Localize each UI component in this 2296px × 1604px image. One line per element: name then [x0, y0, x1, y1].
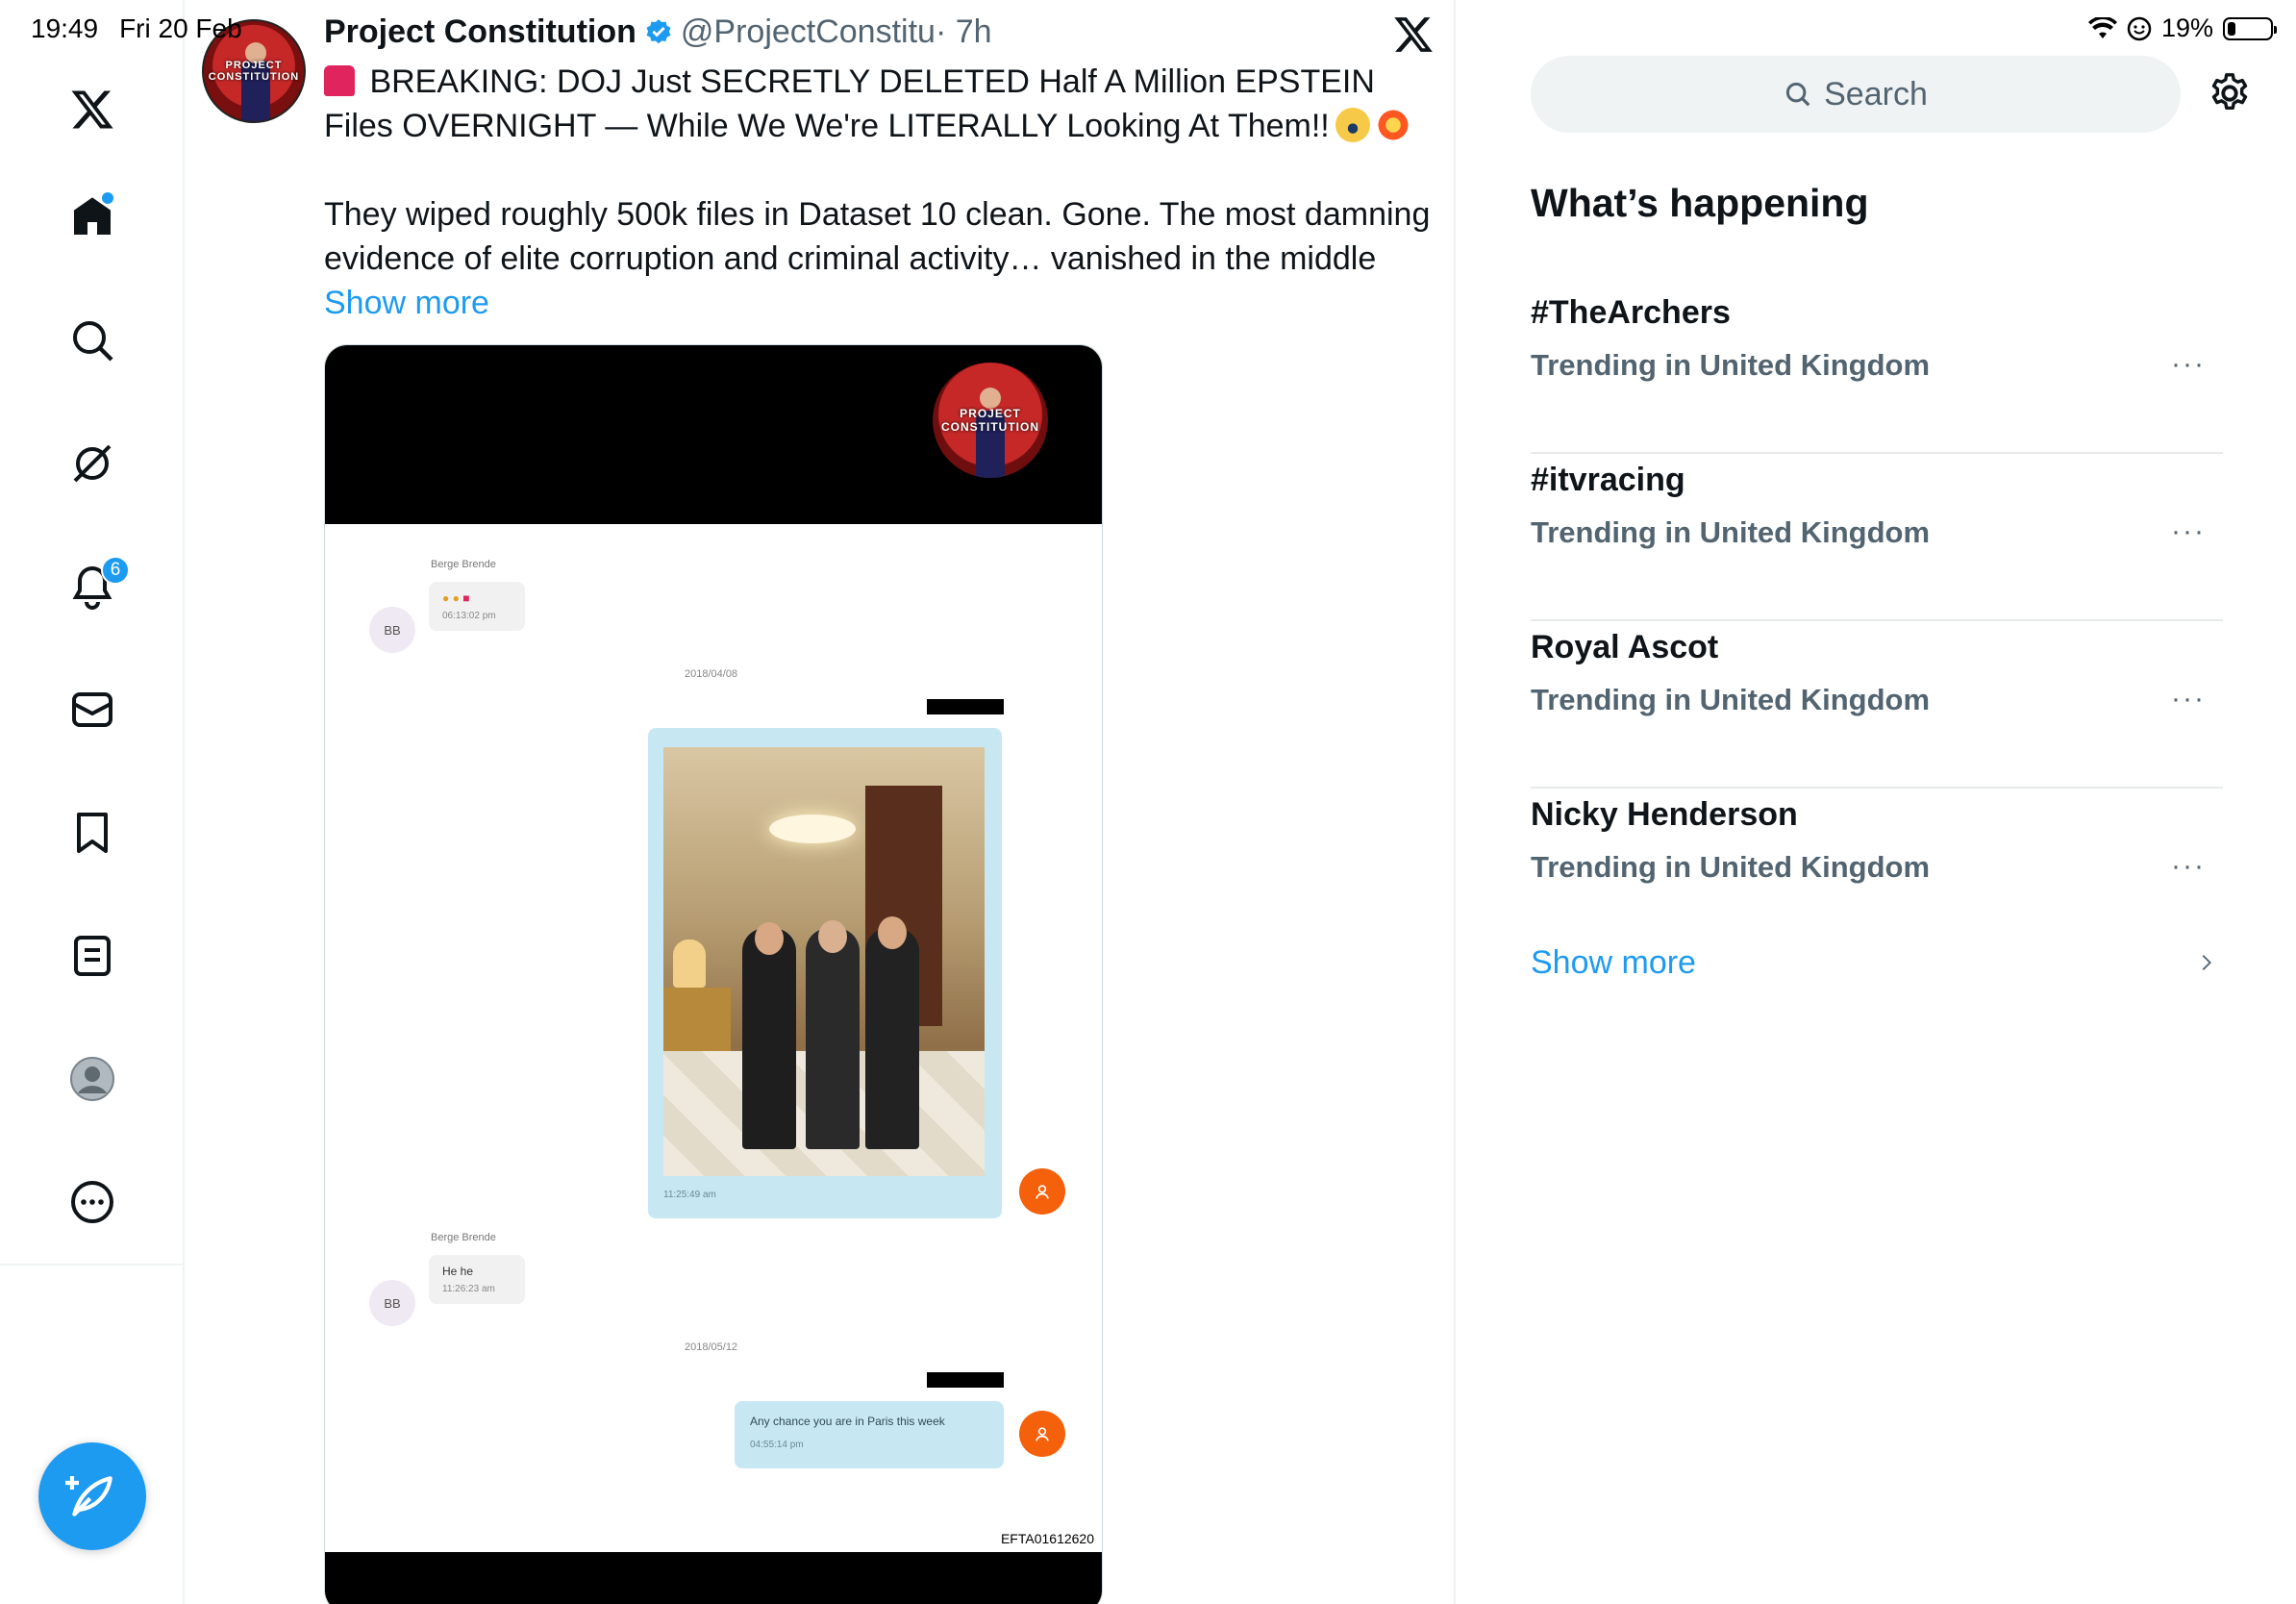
photo-time: 11:25:49 am	[663, 1190, 716, 1200]
tweet-body: BREAKING: DOJ Just SECRETLY DELETED Half…	[324, 60, 1439, 369]
status-bar-right: 19%	[2087, 13, 2277, 43]
media-header-bar: PROJECT CONSTITUTION	[325, 345, 1102, 524]
search-input[interactable]: Search	[1531, 56, 2181, 133]
notifications-icon[interactable]: 6	[62, 556, 130, 617]
photo-attachment	[663, 747, 985, 1176]
document-code: EFTA01612620	[1000, 1531, 1094, 1546]
outgoing-text-bubble: Any chance you are in Paris this week 04…	[735, 1401, 1004, 1468]
sender-name-2: Berge Brende	[431, 1232, 496, 1243]
search-icon[interactable]	[62, 310, 123, 371]
trend-name: Royal Ascot	[1531, 629, 1719, 665]
message-time-2: 11:26:23 am	[442, 1284, 495, 1294]
trend-item[interactable]: Royal Ascot Trending in United Kingdom ·…	[1531, 621, 2223, 789]
tweet-line1: BREAKING: DOJ Just SECRETLY DELETED Half…	[324, 63, 1375, 144]
trend-subtitle: Trending in United Kingdom	[1531, 515, 1931, 549]
search-icon	[1786, 82, 1810, 107]
nav-divider	[0, 1264, 185, 1266]
compose-button[interactable]	[38, 1442, 146, 1550]
bb-label: BB	[384, 622, 401, 638]
grok-icon[interactable]	[62, 433, 123, 494]
incoming-bubble: ● ● ■ 06:13:02 pm	[429, 582, 525, 631]
status-date: Fri 20 Feb	[119, 13, 242, 43]
trend-name: #itvracing	[1531, 462, 1685, 498]
sender-avatar: BB	[369, 607, 415, 653]
date-separator-2: 2018/05/12	[685, 1341, 738, 1353]
date-separator: 2018/04/08	[685, 668, 738, 680]
home-icon[interactable]	[62, 187, 123, 248]
redaction-bar-2	[927, 1372, 1004, 1388]
trend-item[interactable]: #TheArchers Trending in United Kingdom ·…	[1531, 287, 2223, 454]
outgoing-text: Any chance you are in Paris this week	[750, 1415, 945, 1428]
media-footer-bar	[325, 1552, 1102, 1604]
whats-happening-heading: What’s happening	[1531, 181, 1869, 225]
gear-icon[interactable]	[2208, 71, 2252, 115]
trend-subtitle: Trending in United Kingdom	[1531, 348, 1931, 382]
status-bar-left: 19:49 Fri 20 Feb	[31, 13, 242, 44]
profile-icon[interactable]	[62, 1048, 123, 1110]
trend-more-icon[interactable]: ···	[2171, 683, 2206, 715]
home-unread-dot	[102, 192, 113, 204]
compose-icon	[65, 1476, 112, 1516]
trend-more-icon[interactable]: ···	[2171, 348, 2206, 381]
boom-emoji-icon	[1375, 108, 1410, 142]
battery-percent: 19%	[2160, 13, 2213, 42]
author-handle[interactable]: @ProjectConstitu	[681, 13, 936, 51]
logo-text: PROJECT CONSTITUTION	[941, 407, 1039, 434]
left-nav: 6	[0, 0, 185, 1604]
lists-icon[interactable]	[62, 925, 123, 987]
sender-name: Berge Brende	[431, 559, 496, 570]
right-sidebar: Search What’s happening #TheArchers Tren…	[1456, 0, 2296, 1604]
project-constitution-logo: PROJECT CONSTITUTION	[933, 363, 1048, 478]
main-column: PROJECT CONSTITUTION Project Constitutio…	[185, 0, 1456, 1604]
redaction-bar	[927, 699, 1004, 714]
more-icon[interactable]	[62, 1171, 123, 1233]
tweet-para2: They wiped roughly 500k files in Dataset…	[324, 196, 1431, 277]
chevron-right-icon[interactable]	[2196, 952, 2217, 973]
trend-item[interactable]: #itvracing Trending in United Kingdom ··…	[1531, 454, 2223, 621]
message-time: 06:13:02 pm	[442, 611, 496, 621]
notifications-badge: 6	[101, 556, 130, 585]
trend-more-icon[interactable]: ···	[2171, 515, 2206, 548]
trend-item[interactable]: Nicky Henderson Trending in United Kingd…	[1531, 789, 2223, 956]
avatar-text: PROJECT CONSTITUTION	[208, 60, 300, 83]
tweet-time[interactable]: · 7h	[936, 13, 992, 51]
emoji-message: ● ● ■	[442, 591, 470, 605]
recipient-avatar-icon-2	[1019, 1411, 1065, 1457]
trend-subtitle: Trending in United Kingdom	[1531, 850, 1931, 884]
sender-avatar-2: BB	[369, 1280, 415, 1326]
message-text: He he	[442, 1265, 474, 1278]
siren-emoji-icon	[324, 65, 355, 96]
tweet-media[interactable]: PROJECT CONSTITUTION Berge Brende BB ● ●…	[324, 344, 1103, 1604]
verified-badge-icon	[646, 18, 671, 43]
bb-label-2: BB	[384, 1295, 401, 1311]
recipient-avatar-icon	[1019, 1168, 1065, 1215]
battery-icon	[2223, 16, 2277, 40]
x-logo-icon[interactable]	[62, 79, 123, 140]
wifi-icon	[2087, 16, 2117, 38]
messages-icon[interactable]	[62, 679, 123, 740]
search-placeholder: Search	[1824, 75, 1928, 113]
outgoing-time: 04:55:14 pm	[750, 1440, 804, 1450]
outgoing-photo-bubble: 11:25:49 am	[648, 728, 1002, 1218]
status-time: 19:49	[31, 13, 99, 43]
focus-icon	[2127, 16, 2152, 40]
x-close-icon[interactable]	[1392, 13, 1435, 56]
show-more-trends-link[interactable]: Show more	[1531, 944, 1696, 982]
trend-name: Nicky Henderson	[1531, 796, 1798, 833]
scream-emoji-icon	[1335, 108, 1370, 142]
trend-more-icon[interactable]: ···	[2171, 850, 2206, 883]
bookmarks-icon[interactable]	[62, 802, 123, 864]
document-screenshot: Berge Brende BB ● ● ■ 06:13:02 pm 2018/0…	[325, 524, 1102, 1552]
trend-name: #TheArchers	[1531, 294, 1731, 331]
incoming-bubble-2: He he 11:26:23 am	[429, 1255, 525, 1304]
trend-subtitle: Trending in United Kingdom	[1531, 683, 1931, 716]
show-more-link[interactable]: Show more	[324, 285, 489, 321]
author-name[interactable]: Project Constitution	[324, 13, 636, 51]
tweet-header: Project Constitution @ProjectConstitu · …	[324, 13, 992, 51]
